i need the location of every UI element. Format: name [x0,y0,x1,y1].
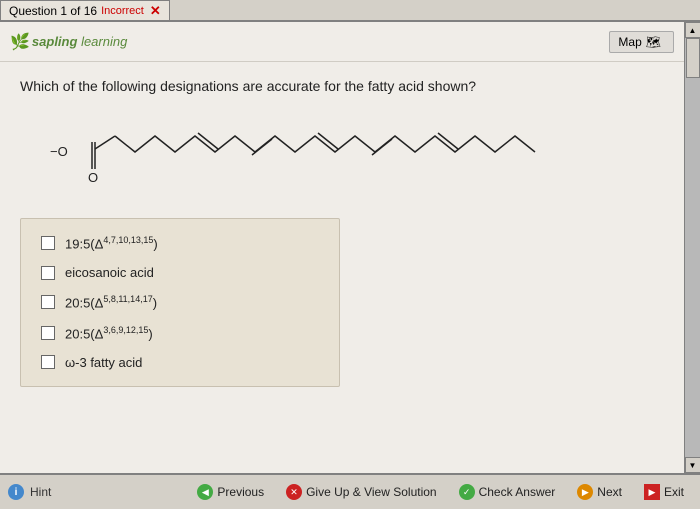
checkbox-5[interactable] [41,355,55,369]
leaf-icon: 🌿 [10,32,30,52]
structure-area: −O O [20,114,664,194]
check-answer-button[interactable]: ✓ Check Answer [451,481,564,503]
answer-box: 19:5(Δ4,7,10,13,15) eicosanoic acid 20:5… [20,218,340,387]
scroll-up-button[interactable]: ▲ [685,22,700,38]
question-area: Which of the following designations are … [0,62,684,473]
map-button[interactable]: Map 🗺 [609,31,674,53]
logo-area: 🌿 sapling learning [10,32,127,52]
scrollbar[interactable]: ▲ ▼ [684,22,700,473]
choice-2-label: eicosanoic acid [65,265,154,280]
next-button[interactable]: ▶ Next [569,481,630,503]
checkbox-1[interactable] [41,236,55,250]
tab-question-label: Question 1 of 16 [9,4,97,18]
svg-text:−O: −O [50,144,68,159]
nav-buttons: ◀ Previous ✕ Give Up & View Solution ✓ C… [189,481,692,503]
checkbox-2[interactable] [41,266,55,280]
giveup-button[interactable]: ✕ Give Up & View Solution [278,481,445,503]
choice-5-label: ω-3 fatty acid [65,355,142,370]
exit-icon: ▶ [644,484,660,500]
logo-top: sapling [32,34,78,49]
map-label: Map [618,35,641,49]
main-wrapper: 🌿 sapling learning Map 🗺 Which of the fo… [0,22,700,473]
choice-4[interactable]: 20:5(Δ3,6,9,12,15) [41,325,319,341]
hint-area[interactable]: i Hint [8,484,51,500]
scroll-track [685,38,700,457]
giveup-label: Give Up & View Solution [306,485,437,499]
tab-status-label: Incorrect [101,5,144,17]
hint-icon: i [8,484,24,500]
choice-5[interactable]: ω-3 fatty acid [41,355,319,370]
scroll-thumb[interactable] [686,38,700,78]
question-tab[interactable]: Question 1 of 16 Incorrect ✕ [0,0,170,20]
next-icon: ▶ [577,484,593,500]
previous-label: Previous [217,485,264,499]
checkbox-3[interactable] [41,295,55,309]
question-text: Which of the following designations are … [20,78,664,94]
check-label: Check Answer [479,485,556,499]
choice-3-label: 20:5(Δ5,8,11,14,17) [65,294,157,310]
choice-1-label: 19:5(Δ4,7,10,13,15) [65,235,158,251]
next-label: Next [597,485,622,499]
header: 🌿 sapling learning Map 🗺 [0,22,684,62]
previous-icon: ◀ [197,484,213,500]
bottom-bar: i Hint ◀ Previous ✕ Give Up & View Solut… [0,473,700,509]
fatty-acid-structure: −O O [40,114,540,194]
map-icon: 🗺 [646,35,661,49]
check-icon: ✓ [459,484,475,500]
scroll-down-button[interactable]: ▼ [685,457,700,473]
tab-close-icon[interactable]: ✕ [150,4,161,17]
choice-1[interactable]: 19:5(Δ4,7,10,13,15) [41,235,319,251]
hint-label: Hint [30,485,51,499]
exit-label: Exit [664,485,684,499]
choice-3[interactable]: 20:5(Δ5,8,11,14,17) [41,294,319,310]
svg-text:O: O [88,170,98,185]
exit-button[interactable]: ▶ Exit [636,481,692,503]
content-panel: 🌿 sapling learning Map 🗺 Which of the fo… [0,22,684,473]
choice-4-label: 20:5(Δ3,6,9,12,15) [65,325,153,341]
giveup-icon: ✕ [286,484,302,500]
choice-2[interactable]: eicosanoic acid [41,265,319,280]
previous-button[interactable]: ◀ Previous [189,481,272,503]
logo-text-block: sapling learning [32,34,127,49]
checkbox-4[interactable] [41,326,55,340]
logo-bottom: learning [81,34,127,49]
tab-bar: Question 1 of 16 Incorrect ✕ [0,0,700,22]
